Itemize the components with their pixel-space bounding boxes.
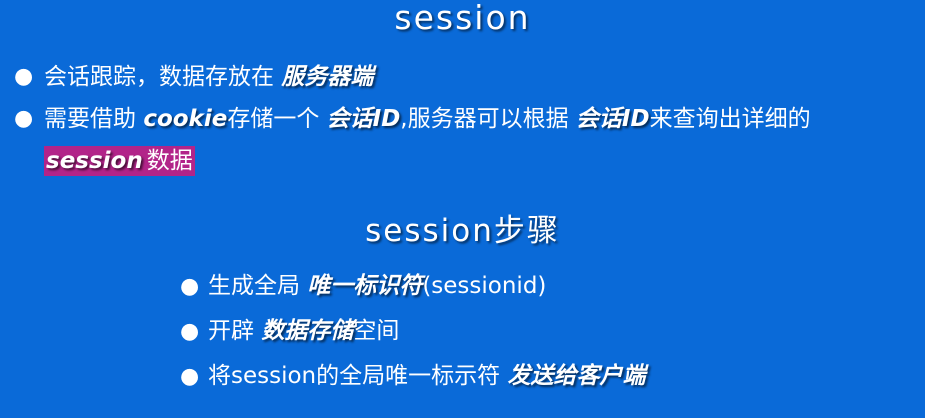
- bullet-dot-icon: ●: [180, 319, 200, 344]
- step-text: 空间: [353, 318, 400, 344]
- step-emphasis: 数据存储: [261, 318, 354, 344]
- bullet-dot-icon: ●: [180, 364, 200, 389]
- step-item-send-to-client: ● 将session的全局唯一标示符 发送给客户端: [180, 354, 880, 399]
- bullet-list: ● 会话跟踪，数据存放在 服务器端 ● 需要借助 cookie存储一个 会话ID…: [14, 56, 909, 182]
- bullet-text: 来查询出详细的: [649, 106, 811, 132]
- data-highlight: 数据: [144, 146, 195, 176]
- step-text: 将session的全局唯一标示符: [208, 363, 508, 389]
- bullet-emphasis: cookie: [143, 106, 228, 132]
- step-emphasis: 唯一标识符: [307, 273, 423, 299]
- bullet-item-storage: ● 会话跟踪，数据存放在 服务器端: [14, 56, 909, 98]
- steps-list: ● 生成全局 唯一标识符(sessionid) ● 开辟 数据存储空间 ● 将s…: [180, 264, 880, 399]
- bullet-emphasis: 会话ID: [575, 106, 650, 132]
- bullet-text: 存储一个: [227, 106, 327, 132]
- step-text: 生成全局: [208, 273, 308, 299]
- step-text: 开辟: [208, 318, 262, 344]
- bullet-dot-icon: ●: [14, 64, 34, 89]
- bullet-emphasis: 会话ID: [326, 106, 401, 132]
- bullet-item-cookie: ● 需要借助 cookie存储一个 会话ID,服务器可以根据 会话ID来查询出详…: [14, 98, 909, 182]
- step-item-allocate-storage: ● 开辟 数据存储空间: [180, 309, 880, 354]
- slide: session ● 会话跟踪，数据存放在 服务器端 ● 需要借助 cookie存…: [0, 0, 925, 418]
- slide-title: session: [394, 0, 531, 37]
- bullet-dot-icon: ●: [180, 274, 200, 299]
- bullet-text: 需要借助: [44, 106, 144, 132]
- bullet-dot-icon: ●: [14, 106, 34, 131]
- step-emphasis: 发送给客户端: [507, 363, 646, 389]
- steps-title: session步骤: [365, 213, 560, 249]
- session-highlight: session: [44, 146, 145, 176]
- bullet-emphasis: 服务器端: [281, 64, 374, 90]
- step-text: (sessionid): [422, 273, 547, 299]
- bullet-text: ,服务器可以根据: [400, 106, 576, 132]
- bullet-text: 会话跟踪，数据存放在: [44, 64, 282, 90]
- step-item-generate-id: ● 生成全局 唯一标识符(sessionid): [180, 264, 880, 309]
